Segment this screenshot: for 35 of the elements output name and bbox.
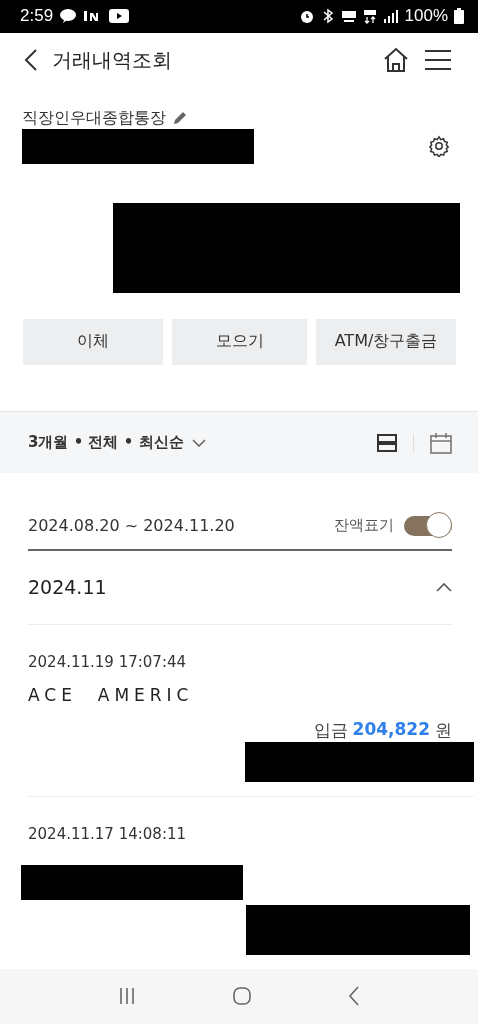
hd-voice-icon xyxy=(340,8,357,25)
action-button[interactable]: ATM/창구출금 xyxy=(316,318,456,365)
transaction-amount: 입금 204,822 원 xyxy=(312,718,453,742)
menu-icon[interactable] xyxy=(424,49,452,72)
back-nav-icon[interactable] xyxy=(348,986,360,1007)
calendar-icon[interactable] xyxy=(430,431,452,454)
settings-icon[interactable] xyxy=(428,135,450,158)
chevron-down-icon[interactable] xyxy=(191,438,206,447)
page-title: 거래내역조회 xyxy=(52,46,173,74)
transaction-datetime: 2024.11.17 14:08:11 xyxy=(28,824,188,843)
action-button[interactable]: 모으기 xyxy=(172,318,307,365)
month-label: 2024.11 xyxy=(28,576,107,599)
lte-icon xyxy=(362,8,377,25)
transaction-description: ACE AMERIC xyxy=(28,684,195,705)
battery-icon xyxy=(454,8,464,25)
play-icon xyxy=(109,9,130,24)
home-icon[interactable] xyxy=(382,47,410,74)
signal-icon xyxy=(382,9,399,24)
list-view-icon[interactable] xyxy=(377,433,397,452)
transaction-datetime: 2024.11.19 17:07:44 xyxy=(28,652,188,671)
home-button-icon[interactable] xyxy=(232,986,252,1007)
toggle-label: 잔액표기 xyxy=(334,516,394,536)
recent-apps-icon[interactable] xyxy=(118,987,136,1006)
filter-label[interactable]: 3개월 • 전체 • 최신순 xyxy=(28,433,184,452)
alarm-icon xyxy=(298,8,315,25)
account-name: 직장인우대종합통장 xyxy=(22,107,166,129)
balance-toggle[interactable] xyxy=(404,515,452,536)
chevron-up-icon[interactable] xyxy=(436,582,452,592)
chat-icon xyxy=(59,8,78,25)
action-button[interactable]: 이체 xyxy=(23,318,163,365)
status-time: 2:59 xyxy=(20,6,54,27)
date-range: 2024.08.20 ~ 2024.11.20 xyxy=(28,516,236,536)
pencil-icon[interactable] xyxy=(172,110,188,127)
battery-percent: 100% xyxy=(404,6,448,27)
back-icon[interactable] xyxy=(24,48,38,73)
